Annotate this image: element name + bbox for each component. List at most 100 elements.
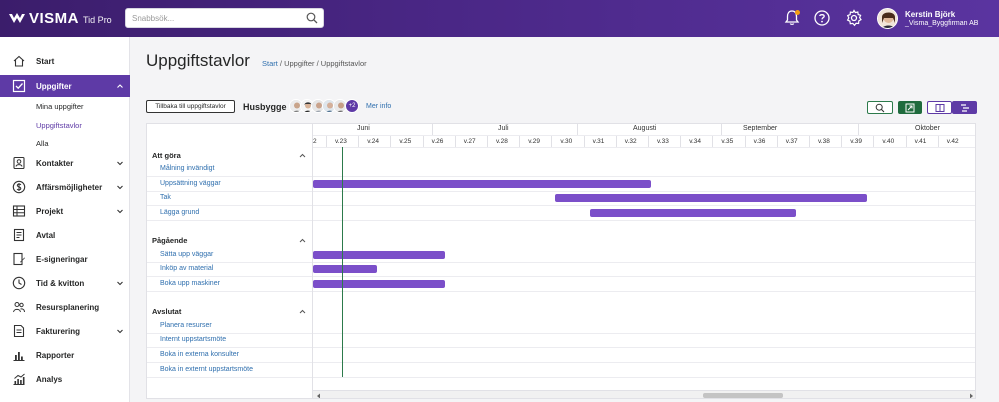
task-row[interactable]: Lägga grund bbox=[147, 206, 312, 221]
week-separator bbox=[454, 136, 456, 147]
task-name[interactable]: Uppsättning väggar bbox=[160, 180, 221, 187]
week-label: v.40 bbox=[882, 138, 895, 145]
board-view-button[interactable] bbox=[927, 101, 952, 114]
chevron-up-icon bbox=[117, 84, 123, 88]
task-row[interactable]: Internt uppstartsmöte bbox=[147, 333, 312, 348]
member-avatars[interactable]: +2 bbox=[289, 99, 359, 115]
task-name[interactable]: Inköp av material bbox=[160, 265, 213, 272]
sidebar-item-rapporter[interactable]: Rapporter bbox=[0, 344, 130, 366]
task-name[interactable]: Lägga grund bbox=[160, 209, 199, 216]
sidebar-item-kontakter[interactable]: Kontakter bbox=[0, 152, 130, 174]
task-name[interactable]: Tak bbox=[160, 194, 171, 201]
search-input[interactable] bbox=[132, 9, 302, 27]
help-button[interactable] bbox=[813, 9, 831, 27]
task-bar[interactable] bbox=[554, 194, 867, 202]
horizontal-scrollbar[interactable] bbox=[313, 390, 975, 399]
week-separator bbox=[937, 136, 939, 147]
week-label: v.32 bbox=[624, 138, 637, 145]
week-separator bbox=[712, 136, 714, 147]
sidebar-item-label: Start bbox=[36, 56, 55, 66]
contacts-icon bbox=[13, 156, 25, 170]
task-row[interactable]: Sätta upp väggar bbox=[147, 248, 312, 263]
group-header[interactable]: Pågående bbox=[147, 233, 312, 247]
week-label: v.35 bbox=[721, 138, 734, 145]
sidebar-subitem-uppgiftstavlor[interactable]: Uppgiftstavlor bbox=[36, 121, 82, 130]
sidebar-item-projekt[interactable]: Projekt bbox=[0, 200, 130, 222]
sidebar-subitem-mina-uppgifter[interactable]: Mina uppgifter bbox=[36, 102, 84, 111]
task-name[interactable]: Internt uppstartsmöte bbox=[160, 336, 226, 343]
week-label: 2 bbox=[313, 138, 317, 145]
chevron-up-icon[interactable] bbox=[299, 309, 306, 314]
week-label: v.31 bbox=[592, 138, 605, 145]
group-header[interactable]: Att göra bbox=[147, 148, 312, 162]
sidebar-item-label: Rapporter bbox=[36, 350, 75, 360]
scroll-left-icon[interactable] bbox=[316, 393, 321, 399]
notifications-bell[interactable] bbox=[783, 9, 801, 27]
task-row[interactable]: Boka in externa konsulter bbox=[147, 348, 312, 363]
back-to-boards-button[interactable]: Tillbaka till uppgiftstavlor bbox=[146, 100, 235, 113]
chevron-up-icon[interactable] bbox=[299, 238, 306, 243]
visma-logo[interactable]: VISMA Tid Pro bbox=[8, 8, 112, 28]
week-separator bbox=[776, 136, 778, 147]
chevron-up-icon[interactable] bbox=[299, 153, 306, 158]
sidebar-item-affarsmojligheter[interactable]: Affärsmöjligheter bbox=[0, 176, 130, 198]
sidebar-item-e-signeringar[interactable]: E-signeringar bbox=[0, 248, 130, 270]
task-row[interactable]: Planera resurser bbox=[147, 319, 312, 334]
month-label: September bbox=[743, 125, 778, 132]
chevron-down-icon bbox=[117, 281, 123, 286]
task-name[interactable]: Målning invändigt bbox=[160, 165, 214, 172]
timeline[interactable]: Juni Juli Augusti September Oktober 2 v.2… bbox=[313, 124, 975, 399]
task-bar[interactable] bbox=[313, 180, 652, 188]
sidebar-item-label: Projekt bbox=[36, 206, 64, 216]
search-icon[interactable] bbox=[306, 12, 318, 24]
export-button[interactable] bbox=[898, 101, 922, 114]
user-name[interactable]: Kerstin Björk bbox=[905, 10, 955, 19]
week-separator bbox=[326, 136, 327, 147]
task-name[interactable]: Planera resurser bbox=[160, 322, 212, 329]
more-info-link[interactable]: Mer info bbox=[366, 103, 391, 110]
contract-icon bbox=[13, 228, 25, 242]
sidebar-subitem-alla[interactable]: Alla bbox=[36, 139, 49, 148]
today-line bbox=[342, 147, 343, 377]
task-name[interactable]: Boka upp maskiner bbox=[160, 280, 220, 287]
task-bar[interactable] bbox=[313, 265, 378, 273]
search-box[interactable] bbox=[125, 8, 324, 28]
task-bar[interactable] bbox=[313, 251, 446, 259]
task-name[interactable]: Boka in externa konsulter bbox=[160, 351, 239, 358]
top-bar: VISMA Tid Pro Snabbsök... Kerstin Björk … bbox=[0, 0, 999, 37]
task-row[interactable]: Inköp av material bbox=[147, 262, 312, 277]
sidebar-item-label: Fakturering bbox=[36, 326, 81, 336]
sidebar-item-tid-kvitton[interactable]: Tid & kvitton bbox=[0, 272, 130, 294]
settings-button[interactable] bbox=[845, 9, 863, 27]
sidebar-item-avtal[interactable]: Avtal bbox=[0, 224, 130, 246]
sidebar-item-start[interactable]: Start bbox=[0, 50, 130, 72]
task-row[interactable]: Boka upp maskiner bbox=[147, 277, 312, 292]
task-row[interactable]: Uppsättning väggar bbox=[147, 177, 312, 192]
task-row[interactable]: Tak bbox=[147, 191, 312, 206]
user-avatar[interactable] bbox=[877, 8, 898, 29]
task-name[interactable]: Sätta upp väggar bbox=[160, 251, 213, 258]
dollar-icon bbox=[12, 180, 26, 194]
task-bar[interactable] bbox=[589, 209, 796, 217]
task-bar[interactable] bbox=[313, 280, 446, 288]
sidebar-item-analys[interactable]: Analys bbox=[0, 368, 130, 390]
breadcrumb-start-link[interactable]: Start bbox=[262, 59, 278, 68]
task-name[interactable]: Boka in externt uppstartsmöte bbox=[160, 366, 253, 373]
sidebar-item-resursplanering[interactable]: Resursplanering bbox=[0, 296, 130, 318]
group-header[interactable]: Avslutat bbox=[147, 304, 312, 318]
more-members-badge[interactable]: +2 bbox=[345, 99, 359, 113]
scroll-right-icon[interactable] bbox=[969, 393, 974, 399]
sidebar-item-uppgifter[interactable]: Uppgifter bbox=[0, 75, 130, 97]
user-company[interactable]: _Visma_Byggfirman AB bbox=[905, 20, 978, 27]
scrollbar-thumb[interactable] bbox=[703, 393, 783, 398]
sidebar-item-label: Affärsmöjligheter bbox=[36, 182, 103, 192]
export-icon bbox=[905, 103, 915, 112]
search-tasks-button[interactable] bbox=[867, 101, 893, 114]
task-row[interactable]: Boka in externt uppstartsmöte bbox=[147, 363, 312, 378]
clock-icon bbox=[12, 276, 26, 290]
week-label: v.25 bbox=[399, 138, 412, 145]
invoice-icon bbox=[13, 324, 25, 338]
task-row[interactable]: Målning invändigt bbox=[147, 162, 312, 177]
sidebar-item-fakturering[interactable]: Fakturering bbox=[0, 320, 130, 342]
gantt-view-button[interactable] bbox=[952, 101, 977, 114]
